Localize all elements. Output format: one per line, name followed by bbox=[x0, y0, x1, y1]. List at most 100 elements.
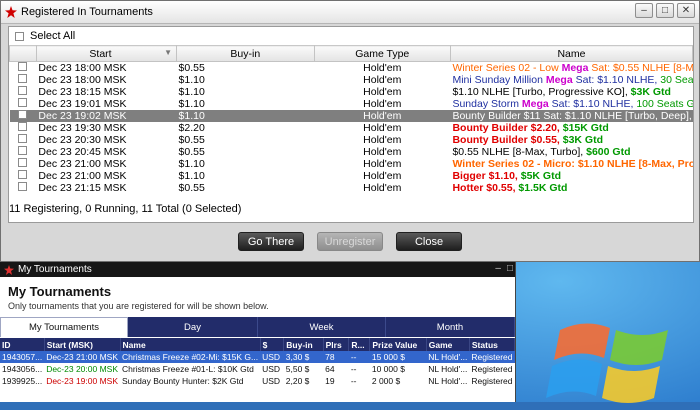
column-header-start[interactable]: Start ▼ bbox=[35, 45, 178, 62]
name-fragment: Bounty Builder $0.55, bbox=[452, 134, 563, 146]
pokerstars-logo-icon bbox=[5, 6, 17, 18]
row-checkbox[interactable] bbox=[10, 74, 37, 86]
name-fragment: $1.5K Gtd bbox=[518, 182, 568, 194]
row-checkbox[interactable] bbox=[10, 182, 37, 194]
tab-my-tournaments[interactable]: My Tournaments bbox=[0, 317, 128, 337]
maximize-icon[interactable]: □ bbox=[656, 3, 674, 18]
row-checkbox-box[interactable] bbox=[18, 146, 28, 155]
id-cell: 1943056... bbox=[2, 364, 43, 374]
table-row[interactable]: Dec 23 21:00 MSK $1.10 Hold'em Winter Serie… bbox=[10, 158, 693, 170]
maximize-icon[interactable]: □ bbox=[507, 263, 513, 274]
column-header-currency[interactable]: $ bbox=[260, 338, 285, 351]
table-row[interactable]: Dec 23 18:00 MSK $1.10 Hold'em Mini Sunday … bbox=[10, 74, 693, 86]
start-cell: Dec 23 18:00 MSK bbox=[38, 74, 127, 86]
minimize-icon[interactable]: – bbox=[495, 263, 501, 274]
table-row[interactable]: 1939925... Dec-23 19:00 MSK Sunday Bounty … bbox=[0, 375, 515, 387]
row-checkbox-box[interactable] bbox=[18, 74, 28, 83]
column-header-name[interactable]: Name bbox=[120, 338, 261, 351]
row-checkbox-box[interactable] bbox=[18, 122, 28, 131]
window-titlebar[interactable]: Registered In Tournaments bbox=[1, 1, 699, 24]
unregister-button[interactable]: Unregister bbox=[317, 232, 383, 251]
tab-week[interactable]: Week bbox=[258, 317, 386, 337]
column-header-r[interactable]: R... bbox=[348, 338, 371, 351]
go-there-button[interactable]: Go There bbox=[238, 232, 304, 251]
column-header-buyin[interactable]: Buy-in bbox=[176, 45, 315, 62]
game-type-cell: Hold'em bbox=[363, 74, 402, 86]
column-header-status[interactable]: Status bbox=[469, 338, 516, 351]
row-checkbox-box[interactable] bbox=[18, 170, 28, 179]
status-cell: Registered bbox=[469, 351, 515, 363]
table-row[interactable]: Dec 23 20:45 MSK $0.55 Hold'em $0.55 NLHE [… bbox=[10, 146, 693, 158]
sort-desc-icon: ▼ bbox=[164, 47, 173, 57]
row-checkbox[interactable] bbox=[10, 146, 37, 158]
name-fragment: $3K Gtd bbox=[562, 134, 604, 146]
minimize-icon[interactable]: – bbox=[635, 3, 653, 18]
table-row[interactable]: Dec 23 19:30 MSK $2.20 Hold'em Bounty Build… bbox=[10, 122, 693, 134]
row-checkbox-box[interactable] bbox=[18, 62, 28, 71]
row-checkbox-box[interactable] bbox=[18, 86, 28, 95]
name-fragment: $600 Gtd bbox=[586, 146, 631, 158]
table-row[interactable]: Dec 23 18:15 MSK $1.10 Hold'em $1.10 NLHE [… bbox=[10, 86, 693, 98]
select-all-row[interactable]: Select All bbox=[9, 27, 693, 45]
row-checkbox-box[interactable] bbox=[18, 110, 28, 119]
column-header-start[interactable]: Start (MSK) bbox=[44, 338, 121, 351]
tournament-name-cell: Mini Sunday Million Mega Sat: $1.10 NLHE… bbox=[450, 74, 692, 86]
prize-cell: 15 000 $ bbox=[369, 351, 427, 363]
buyin-cell: $1.10 bbox=[178, 86, 205, 98]
start-cell: Dec 23 19:01 MSK bbox=[38, 98, 127, 110]
table-row[interactable]: 1943057... Dec-23 21:00 MSK Christmas Free… bbox=[0, 351, 515, 363]
row-checkbox-box[interactable] bbox=[18, 98, 28, 107]
buyin-cell: $2.20 bbox=[178, 122, 205, 134]
close-button[interactable]: Close bbox=[396, 232, 462, 251]
table-row[interactable]: 1943056... Dec-23 20:00 MSK Christmas Free… bbox=[0, 363, 515, 375]
row-checkbox[interactable] bbox=[10, 98, 37, 110]
tab-month[interactable]: Month bbox=[386, 317, 515, 337]
tournament-name-cell: Hotter $0.55, $1.5K Gtd bbox=[450, 182, 692, 194]
row-checkbox[interactable] bbox=[10, 62, 37, 75]
name-fragment: 100 Seats Gtd bbox=[636, 98, 693, 110]
table-row[interactable]: Dec 23 21:15 MSK $0.55 Hold'em Hotter $0.55… bbox=[10, 182, 693, 194]
column-header-buyin[interactable]: Buy-in bbox=[283, 338, 324, 351]
table-row[interactable]: Dec 23 20:30 MSK $0.55 Hold'em Bounty Build… bbox=[10, 134, 693, 146]
game-type-cell: Hold'em bbox=[363, 182, 402, 194]
status-cell: Registered bbox=[471, 376, 513, 386]
prize-cell: 10 000 $ bbox=[371, 364, 405, 374]
table-row[interactable]: Dec 23 19:02 MSK $1.10 Hold'em Bounty Build… bbox=[9, 110, 693, 122]
column-header-game-type[interactable]: Game Type bbox=[313, 45, 451, 62]
close-icon[interactable]: ✕ bbox=[677, 3, 695, 18]
row-checkbox[interactable] bbox=[10, 170, 37, 182]
buyin-cell: $0.55 bbox=[178, 182, 205, 194]
name-cell: Christmas Freeze #02-Mi: $15K G... bbox=[120, 351, 261, 363]
select-all-checkbox[interactable] bbox=[15, 31, 24, 41]
my-tournaments-heading: My Tournaments bbox=[8, 284, 112, 299]
row-checkbox[interactable] bbox=[10, 122, 37, 134]
column-header-players[interactable]: Plrs bbox=[323, 338, 350, 351]
start-cell: Dec 23 18:15 MSK bbox=[38, 86, 127, 98]
my-tournaments-table: ID Start (MSK) Name $ Buy-in Plrs R... P… bbox=[0, 338, 516, 387]
registered-tournaments-table: Start ▼ Buy-in Game Type Name Dec 23 18:0… bbox=[9, 45, 694, 194]
row-checkbox-box[interactable] bbox=[18, 158, 28, 167]
column-header-game[interactable]: Game bbox=[426, 338, 470, 351]
tournament-name-cell: Bigger $1.10, $5K Gtd bbox=[450, 170, 692, 182]
game-type-cell: Hold'em bbox=[363, 122, 402, 134]
name-fragment: Sat: $0.55 NLHE [8-Max], bbox=[591, 62, 693, 74]
my-tournaments-titlebar[interactable]: My Tournaments bbox=[0, 262, 515, 277]
row-checkbox-box[interactable] bbox=[18, 182, 28, 191]
buyin-cell: $0.55 bbox=[178, 62, 205, 74]
tab-day[interactable]: Day bbox=[128, 317, 258, 337]
row-checkbox[interactable] bbox=[10, 134, 37, 146]
column-header-id[interactable]: ID bbox=[0, 338, 45, 351]
column-header-prize-value[interactable]: Prize Value bbox=[369, 338, 427, 351]
name-fragment: Sat: $1.10 NLHE, bbox=[548, 98, 637, 110]
row-checkbox-box[interactable] bbox=[18, 134, 28, 143]
buyin-cell: 2,20 $ bbox=[285, 376, 310, 386]
table-row[interactable]: Dec 23 21:00 MSK $1.10 Hold'em Bigger $1.10… bbox=[10, 170, 693, 182]
table-row[interactable]: Dec 23 18:00 MSK $0.55 Hold'em Winter Serie… bbox=[10, 62, 693, 75]
table-row[interactable]: Dec 23 19:01 MSK $1.10 Hold'em Sunday Storm… bbox=[10, 98, 693, 110]
row-checkbox[interactable] bbox=[9, 110, 37, 122]
row-checkbox[interactable] bbox=[10, 158, 37, 170]
tournament-name-cell: Winter Series 02 - Low Mega Sat: $0.55 N… bbox=[450, 62, 693, 74]
row-checkbox[interactable] bbox=[10, 86, 37, 98]
column-header-name[interactable]: Name bbox=[449, 45, 694, 62]
prize-cell: 2 000 $ bbox=[371, 376, 401, 386]
